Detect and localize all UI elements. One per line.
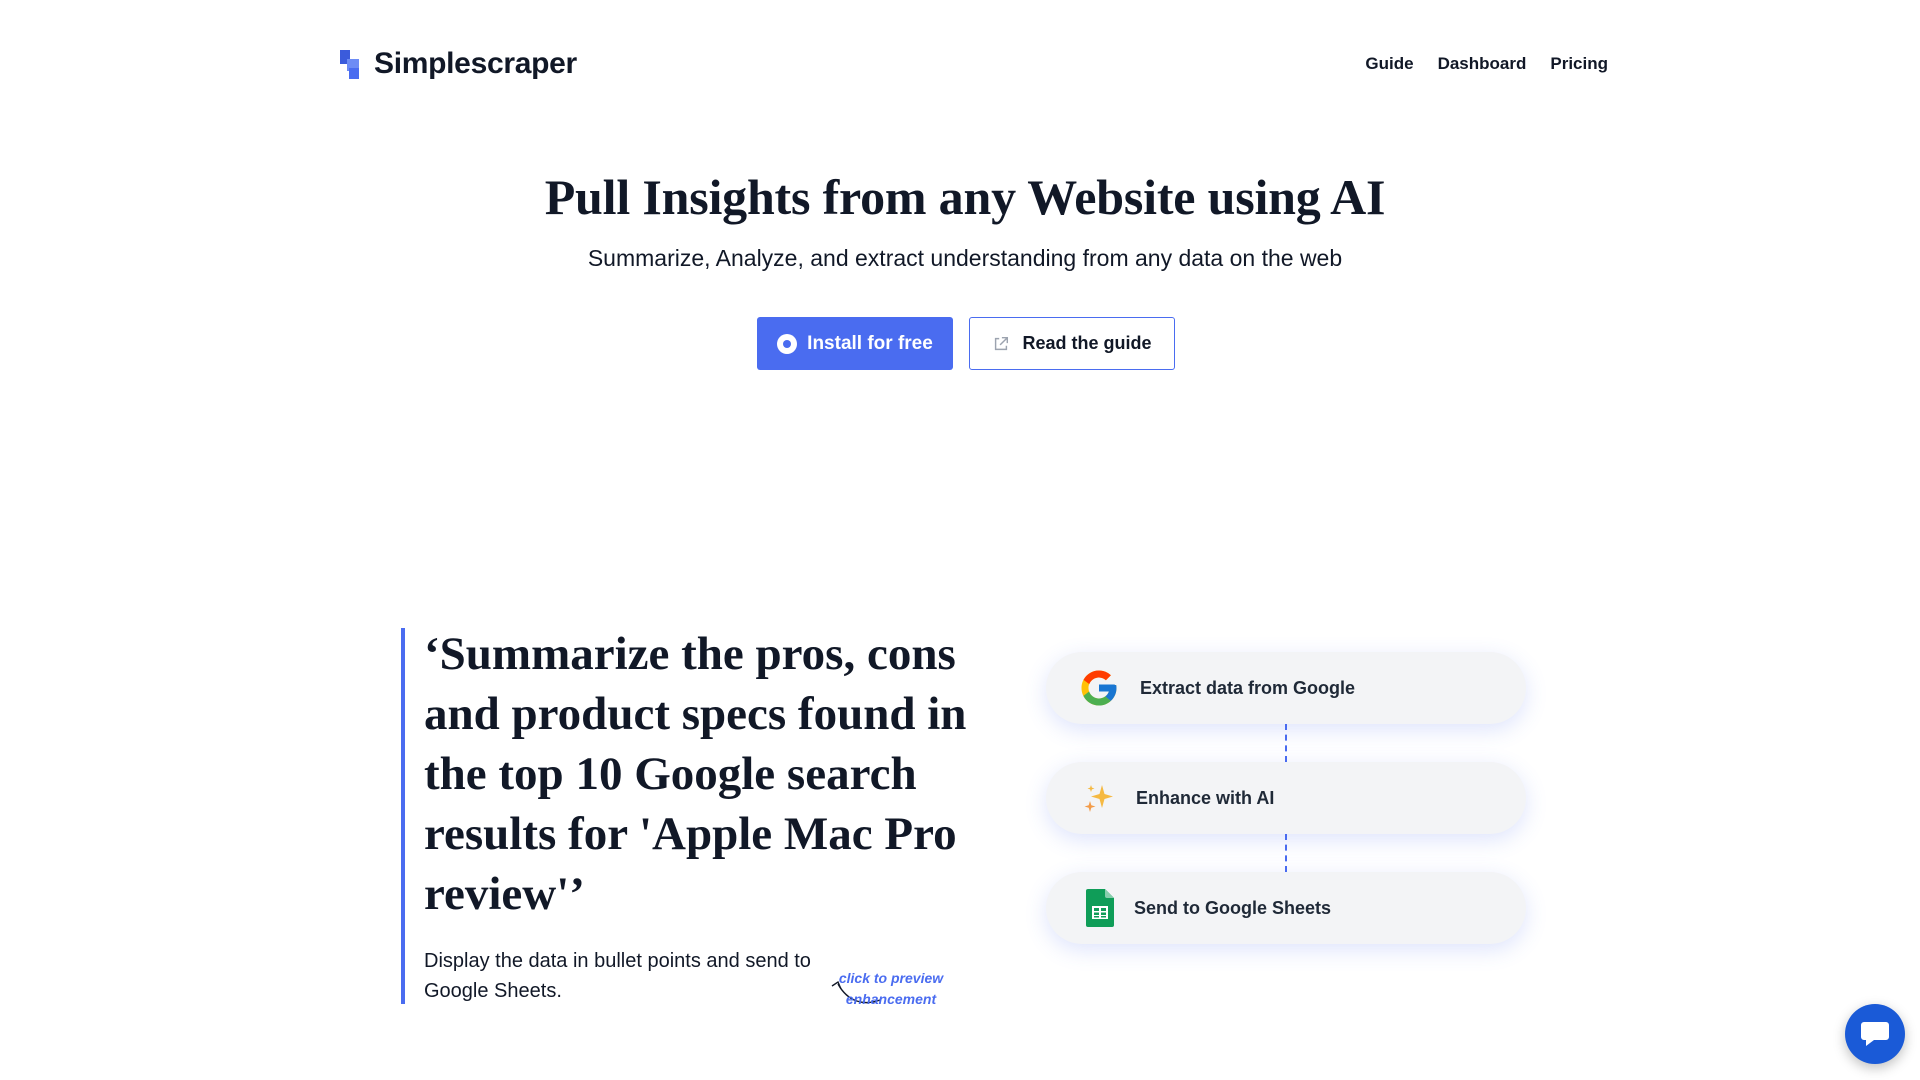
- brand-link[interactable]: Simplescraper: [338, 47, 577, 81]
- hero-subtitle: Summarize, Analyze, and extract understa…: [587, 245, 1343, 271]
- example-quote: ‘Summarize the pros, cons and product sp…: [424, 628, 967, 920]
- step-extract-google[interactable]: Extract data from Google: [1046, 652, 1526, 724]
- chat-bubble-icon: [1861, 1022, 1889, 1046]
- nav-guide-link[interactable]: Guide: [1365, 54, 1413, 74]
- google-icon: [1081, 670, 1117, 706]
- example-description: Display the data in bullet points and se…: [424, 950, 811, 1002]
- step-connector: [1285, 724, 1287, 762]
- main-nav: Guide Dashboard Pricing: [1365, 54, 1608, 74]
- step-label: Send to Google Sheets: [1134, 897, 1332, 918]
- hero-title: Pull Insights from any Website using AI: [544, 169, 1386, 225]
- brand-name: Simplescraper: [374, 47, 577, 80]
- site-header: Simplescraper Guide Dashboard Pricing: [338, 44, 1608, 84]
- chrome-icon: [777, 333, 798, 354]
- preview-hint: click to preview enhancement: [838, 970, 944, 1007]
- step-send-sheets[interactable]: Send to Google Sheets: [1046, 872, 1526, 944]
- install-button-label: Install for free: [807, 332, 933, 354]
- example-prompt[interactable]: ‘Summarize the pros, cons and product sp…: [401, 628, 1001, 1004]
- external-link-icon: [995, 336, 1009, 350]
- step-label: Enhance with AI: [1136, 787, 1275, 808]
- step-connector: [1285, 834, 1287, 872]
- workflow-steps: Extract data from Google Enhance with AI…: [1046, 652, 1526, 944]
- sparkle-icon: [1084, 785, 1113, 812]
- chat-widget-button[interactable]: [1845, 1004, 1905, 1064]
- simplescraper-logo-icon: [338, 47, 362, 81]
- step-enhance-ai[interactable]: Enhance with AI: [1046, 762, 1526, 834]
- read-guide-label: Read the guide: [1022, 333, 1152, 353]
- step-label: Extract data from Google: [1140, 677, 1356, 698]
- read-guide-button[interactable]: Read the guide: [969, 317, 1175, 370]
- install-button[interactable]: Install for free: [757, 317, 953, 370]
- nav-pricing-link[interactable]: Pricing: [1550, 54, 1608, 74]
- google-sheets-icon: [1086, 889, 1114, 927]
- nav-dashboard-link[interactable]: Dashboard: [1438, 54, 1527, 74]
- cta-row: Install for free Read the guide: [757, 317, 1175, 370]
